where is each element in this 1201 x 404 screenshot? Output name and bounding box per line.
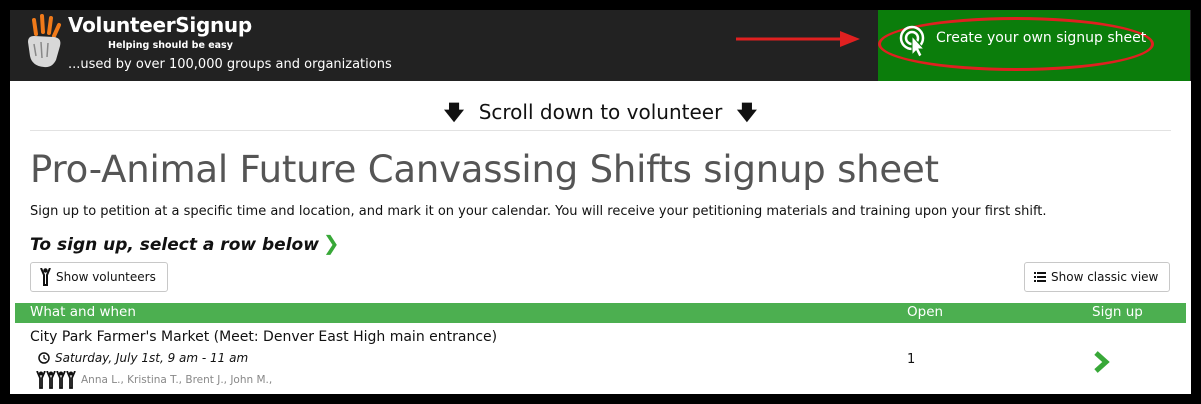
volunteer-list: Anna L., Kristina T., Brent J., John M., (36, 371, 272, 389)
show-classic-view-button[interactable]: Show classic view (1024, 262, 1170, 292)
arrow-down-icon: 🡇 (443, 100, 465, 124)
instruction-text: To sign up, select a row below ❯ (30, 231, 340, 255)
instruction-label: To sign up, select a row below (30, 235, 319, 255)
clock-icon (38, 352, 50, 364)
scroll-hint: 🡇 Scroll down to volunteer 🡇 (10, 98, 1191, 132)
divider (30, 130, 1171, 131)
show-classic-view-label: Show classic view (1051, 270, 1159, 284)
sheet-description: Sign up to petition at a specific time a… (30, 204, 1047, 219)
hand-logo-icon (28, 14, 61, 68)
show-volunteers-button[interactable]: Show volunteers (30, 262, 168, 292)
volunteer-icon (40, 268, 51, 286)
create-signup-label[interactable]: Create your own signup sheet (936, 30, 1146, 46)
show-volunteers-label: Show volunteers (56, 270, 156, 284)
usage-text: ...used by over 100,000 groups and organ… (68, 57, 392, 72)
shift-date-text: Saturday, July 1st, 9 am - 11 am (55, 351, 249, 365)
click-pointer-icon (899, 25, 926, 58)
arrow-down-icon: 🡇 (736, 100, 758, 124)
brand-name[interactable]: VolunteerSignup (68, 13, 252, 37)
chevron-right-icon: ❯ (322, 231, 340, 255)
shift-date: Saturday, July 1st, 9 am - 11 am (38, 351, 248, 365)
table-header: What and when Open Sign up (15, 303, 1186, 323)
brand-tagline: Helping should be easy (108, 40, 233, 51)
column-sign-up: Sign up (1092, 304, 1143, 320)
red-arrow-icon (736, 31, 860, 47)
sign-up-chevron-icon[interactable] (1092, 350, 1112, 374)
column-what-and-when: What and when (30, 304, 136, 320)
page-title: Pro-Animal Future Canvassing Shifts sign… (30, 148, 939, 191)
open-count: 1 (907, 352, 916, 367)
page: VolunteerSignup Helping should be easy .… (10, 10, 1191, 394)
volunteer-names: Anna L., Kristina T., Brent J., John M., (81, 374, 273, 386)
list-icon (1034, 272, 1046, 282)
column-open: Open (907, 304, 944, 320)
shift-title: City Park Farmer's Market (Meet: Denver … (30, 329, 498, 345)
people-icon (36, 371, 76, 389)
scroll-hint-text: Scroll down to volunteer (478, 100, 723, 124)
